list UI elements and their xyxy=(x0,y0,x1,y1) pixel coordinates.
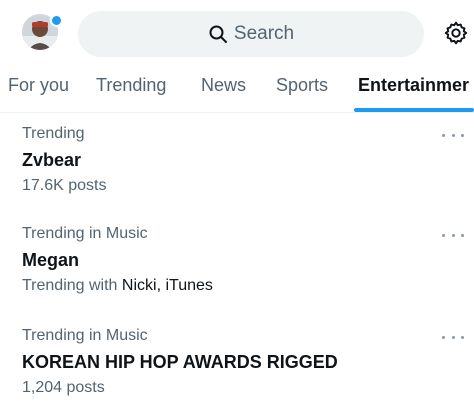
trend-related-prefix: Trending with xyxy=(22,277,118,294)
trend-related: Trending with Nicki, iTunes xyxy=(22,277,213,295)
tab-entertainment[interactable]: Entertainmer xyxy=(358,68,469,112)
settings-button[interactable] xyxy=(442,21,470,49)
more-options-icon[interactable] xyxy=(442,128,464,142)
tab-trending[interactable]: Trending xyxy=(96,68,166,112)
more-options-icon[interactable] xyxy=(442,228,464,242)
trend-post-count: 17.6K posts xyxy=(22,177,107,194)
trend-name: KOREAN HIP HOP AWARDS RIGGED xyxy=(22,352,338,372)
search-icon xyxy=(208,24,228,44)
trend-name: Megan xyxy=(22,250,80,270)
notification-dot xyxy=(50,14,63,27)
trend-item[interactable]: Trending Zvbear 17.6K posts xyxy=(0,114,474,214)
trend-item[interactable]: Trending in Music Megan Trending with Ni… xyxy=(0,214,474,314)
active-tab-indicator xyxy=(354,108,474,112)
trend-related-items: Nicki, iTunes xyxy=(121,277,213,294)
trend-name: Zvbear xyxy=(22,150,82,170)
explore-page: Search For you Trending News Sports Ente… xyxy=(0,0,474,411)
top-bar: Search xyxy=(0,0,474,68)
search-placeholder: Search xyxy=(233,23,295,44)
search-input[interactable]: Search xyxy=(78,11,424,57)
tab-bar: For you Trending News Sports Entertainme… xyxy=(0,68,474,113)
more-options-icon[interactable] xyxy=(442,330,464,344)
trend-context: Trending in Music xyxy=(22,225,148,242)
tab-news[interactable]: News xyxy=(201,68,246,112)
tab-sports[interactable]: Sports xyxy=(276,68,328,112)
gear-icon xyxy=(443,20,469,51)
trend-context: Trending xyxy=(22,125,85,142)
tab-for-you[interactable]: For you xyxy=(8,68,69,112)
trend-context: Trending in Music xyxy=(22,327,148,344)
trend-item[interactable]: Trending in Music KOREAN HIP HOP AWARDS … xyxy=(0,314,474,411)
trend-post-count: 1,204 posts xyxy=(22,379,105,396)
